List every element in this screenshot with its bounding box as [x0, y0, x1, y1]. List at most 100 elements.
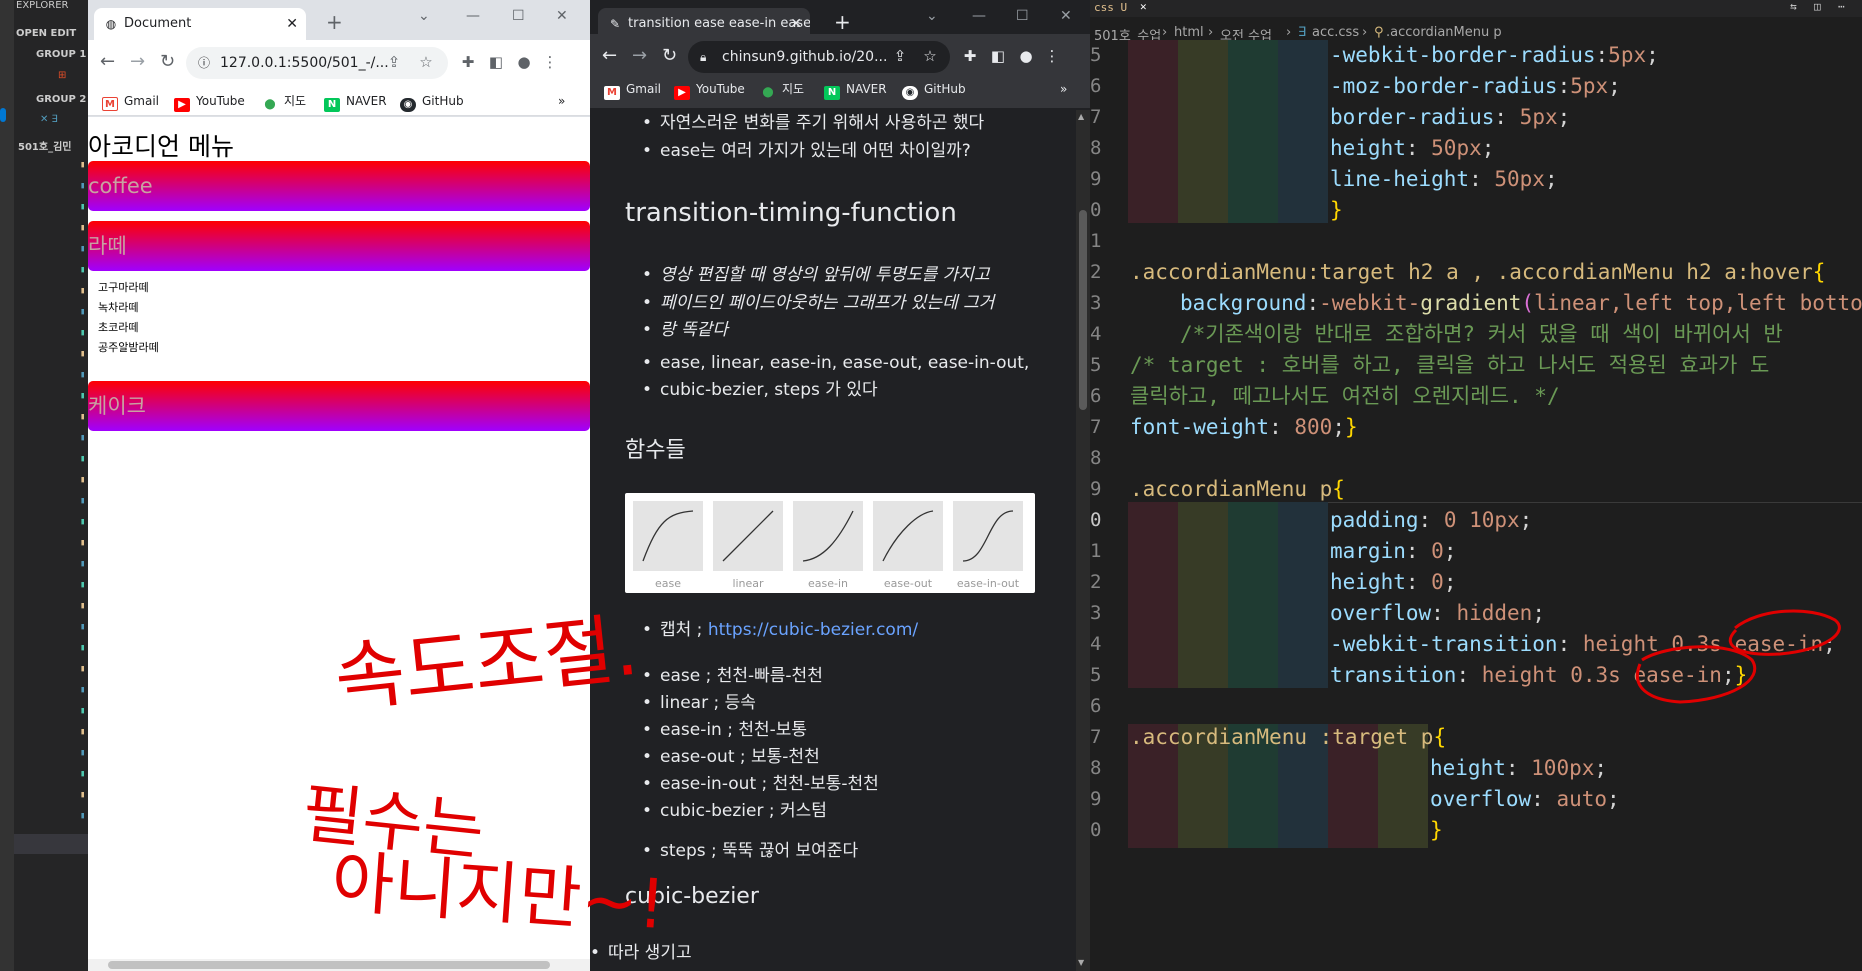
more-actions-icon[interactable]: ⋯ [1838, 0, 1845, 13]
scroll-thumb[interactable] [108, 961, 550, 969]
sidepanel-icon[interactable]: ◧ [988, 46, 1008, 66]
reload-icon[interactable]: ↻ [160, 51, 175, 73]
address-bar[interactable]: 🔒︎ chinsun9.github.io/20... [688, 41, 950, 73]
submenu-item[interactable]: 초코라떼 [98, 318, 159, 338]
sidepanel-icon[interactable]: ◧ [486, 52, 506, 72]
minimize-icon[interactable]: — [466, 8, 480, 24]
menu-icon[interactable]: ⋮ [540, 52, 560, 72]
breadcrumb-item[interactable]: .accordianMenu p [1386, 25, 1502, 40]
css-file-entry[interactable]: ✕ ∃ [40, 114, 58, 125]
file-tree-glyph: ▮ [80, 349, 86, 359]
maximize-icon[interactable]: ☐ [512, 8, 525, 24]
bookmark-github[interactable]: ◉ GitHub [400, 92, 464, 112]
tab-document[interactable]: ◍ Document ✕ [94, 8, 306, 40]
editor-tab-css[interactable]: css U [1094, 1, 1127, 14]
reload-icon[interactable]: ↻ [662, 45, 677, 67]
indent-guide [1278, 502, 1328, 688]
more-bookmarks-icon[interactable]: » [558, 92, 565, 110]
profile-icon[interactable]: ● [1016, 46, 1036, 66]
bookmark-naver[interactable]: N NAVER [824, 80, 887, 100]
bookmark-star-icon[interactable]: ☆ [920, 46, 940, 66]
profile-icon[interactable]: ● [514, 52, 534, 72]
more-bookmarks-icon[interactable]: » [1060, 80, 1067, 98]
split-editor-icon[interactable]: ◫ [1814, 0, 1821, 13]
file-tree-glyph: ▮ [80, 496, 86, 506]
bookmarks-bar: M Gmail ▶ YouTube ⬤ 지도 N NAVER ◉ GitHub » [88, 86, 590, 116]
bookmark-naver[interactable]: N NAVER [324, 92, 387, 112]
curve-ease-in-out [953, 501, 1023, 571]
scroll-down-icon[interactable]: ▼ [1078, 958, 1084, 967]
forward-icon[interactable]: → [632, 45, 647, 67]
list-item: ease-out ; 보통-천천 [642, 744, 820, 771]
tab-search-icon[interactable]: ⌄ [926, 8, 938, 24]
article-content: 자연스러운 변화를 주기 위해서 사용하곤 했다 ease는 여러 가지가 있는… [590, 110, 1090, 971]
globe-icon: ◍ [105, 17, 117, 31]
extensions-icon[interactable]: ✚ [458, 52, 478, 72]
minimize-icon[interactable]: — [972, 8, 986, 24]
submenu-item[interactable]: 녹차라떼 [98, 298, 159, 318]
vscode-explorer-sidebar: EXPLORER OPEN EDIT GROUP 1 ⊞ GROUP 2 ✕ ∃… [0, 0, 88, 971]
group2-label[interactable]: GROUP 2 [36, 94, 86, 105]
submenu-item[interactable]: 고구마라떼 [98, 278, 159, 298]
new-tab-button[interactable]: + [326, 12, 343, 32]
selected-row[interactable] [14, 834, 88, 854]
accordion-coffee[interactable]: coffee [88, 161, 590, 211]
back-icon[interactable]: ← [100, 51, 115, 73]
curve-label: ease [654, 577, 681, 590]
code-editor[interactable]: css U ✕ ⇆ ◫ ⋯ 501호_수업 › html › 오전 수업 › ∃… [1090, 0, 1862, 971]
share-icon[interactable]: ⇪ [890, 46, 910, 66]
close-tab-icon[interactable]: ✕ [286, 8, 298, 40]
bookmark-gmail[interactable]: M Gmail [604, 80, 661, 100]
file-tree-glyph: ▮ [80, 685, 86, 695]
html-file-icon[interactable]: ⊞ [58, 70, 66, 81]
curve-ease-out [873, 501, 943, 571]
heading-functions: 함수들 [625, 438, 686, 463]
file-tree-glyph: ▮ [80, 391, 86, 401]
curve-label: ease-out [883, 577, 933, 590]
group1-label[interactable]: GROUP 1 [36, 49, 86, 60]
bookmark-youtube[interactable]: ▶ YouTube [674, 80, 745, 100]
forward-icon[interactable]: → [130, 51, 145, 73]
bookmark-star-icon[interactable]: ☆ [416, 52, 436, 72]
accordion-cake[interactable]: 케이크 [88, 381, 590, 431]
compare-icon[interactable]: ⇆ [1790, 0, 1797, 13]
line-number: 8 [1090, 757, 1102, 779]
line-number: 4 [1090, 323, 1102, 345]
accordion-latte[interactable]: 라떼 [88, 221, 590, 271]
open-editors-header[interactable]: OPEN EDIT [16, 28, 76, 39]
submenu-item[interactable]: 공주알밤라떼 [98, 338, 159, 358]
file-tree-glyph: ▮ [80, 370, 86, 380]
horizontal-scrollbar[interactable] [88, 959, 590, 971]
menu-icon[interactable]: ⋮ [1042, 46, 1062, 66]
bookmark-youtube[interactable]: ▶ YouTube [174, 92, 245, 112]
scroll-thumb[interactable] [1079, 210, 1087, 410]
maps-pin-icon: ⬤ [762, 87, 774, 98]
close-window-icon[interactable]: ✕ [1060, 8, 1072, 24]
bookmark-gmail[interactable]: M Gmail [102, 92, 159, 111]
maps-pin-icon: ⬤ [264, 99, 276, 110]
close-editor-tab-icon[interactable]: ✕ [1140, 0, 1147, 13]
maximize-icon[interactable]: ☐ [1016, 8, 1029, 24]
file-tree-glyph: ▮ [80, 706, 86, 716]
browser-window-local: ◍ Document ✕ + ⌄ — ☐ ✕ ← → ↻ ⓘ 127.0.0.1… [88, 0, 590, 971]
cubic-bezier-link[interactable]: https://cubic-bezier.com/ [708, 620, 918, 640]
bookmark-maps[interactable]: ⬤ 지도 [760, 80, 804, 100]
address-bar[interactable]: ⓘ 127.0.0.1:5500/501_-/... [186, 47, 448, 79]
file-tree-glyph: ▮ [80, 202, 86, 212]
bookmark-maps[interactable]: ⬤ 지도 [262, 92, 306, 112]
share-icon[interactable]: ⇪ [384, 52, 404, 72]
list-item: linear ; 등속 [642, 690, 756, 717]
breadcrumb-item[interactable]: html [1174, 25, 1204, 40]
extensions-icon[interactable]: ✚ [960, 46, 980, 66]
close-window-icon[interactable]: ✕ [556, 8, 568, 24]
back-icon[interactable]: ← [602, 45, 617, 67]
line-number: 7 [1090, 106, 1102, 128]
bookmark-github[interactable]: ◉ GitHub [902, 80, 966, 100]
workspace-folder[interactable]: 501호_김민 [18, 138, 71, 153]
tab-search-icon[interactable]: ⌄ [418, 8, 430, 24]
line-number: 7 [1090, 416, 1102, 438]
new-tab-button[interactable]: + [834, 12, 851, 32]
vertical-scrollbar[interactable]: ▲ ▼ [1076, 110, 1090, 971]
scroll-up-icon[interactable]: ▲ [1078, 112, 1084, 121]
breadcrumb-item[interactable]: acc.css [1312, 25, 1359, 40]
